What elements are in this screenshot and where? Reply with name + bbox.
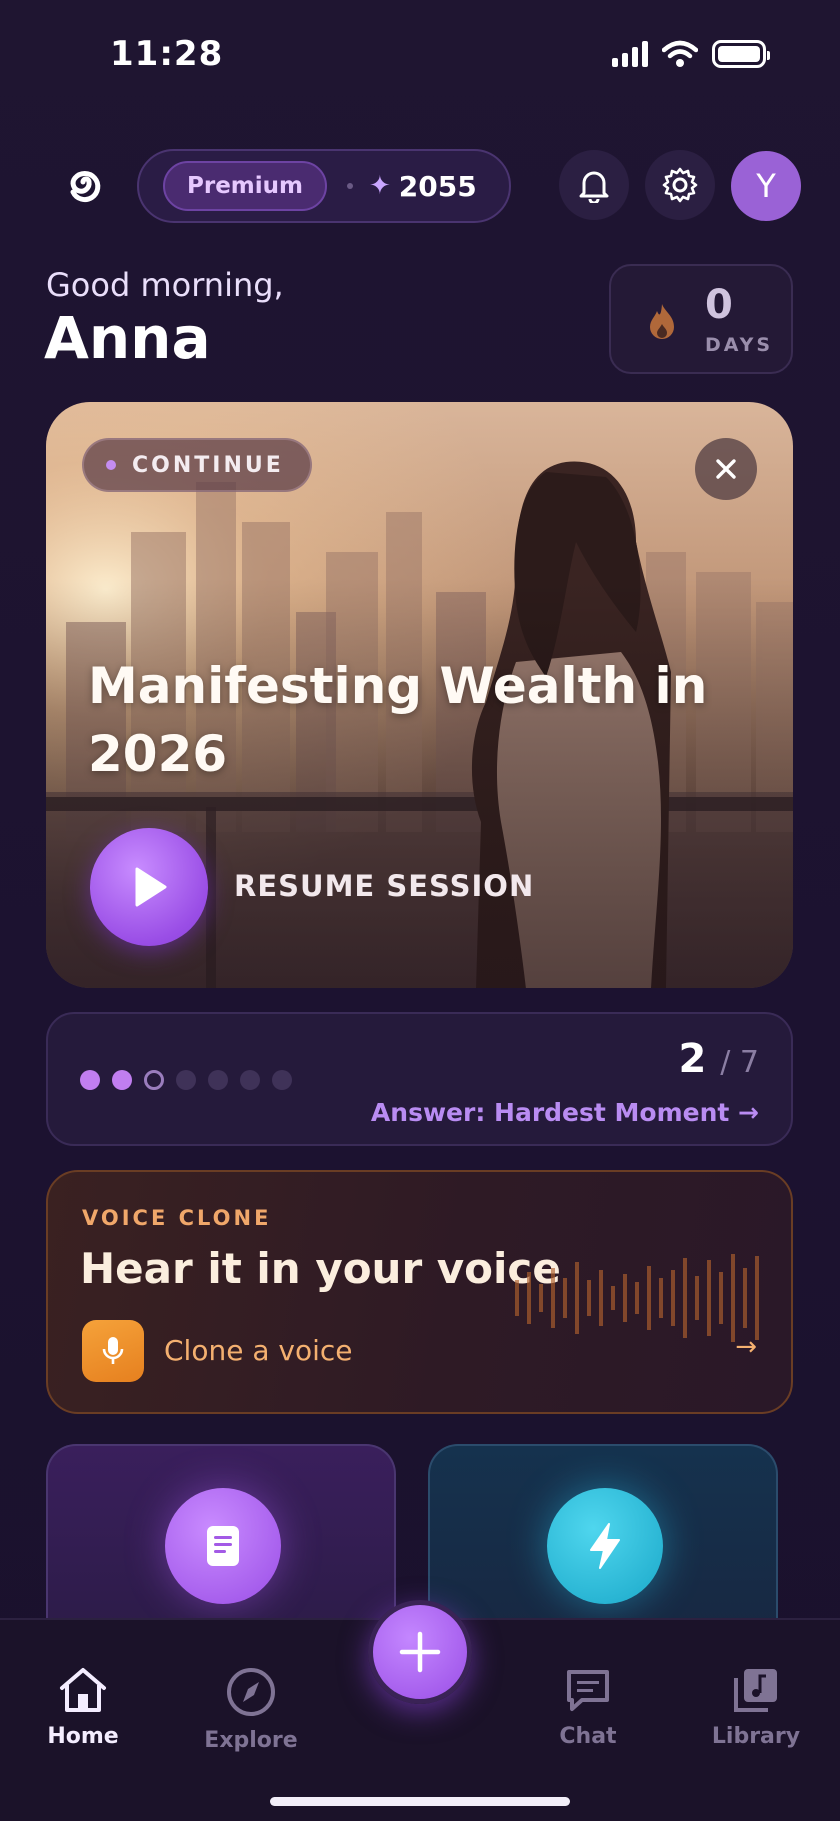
notifications-button[interactable]	[559, 150, 629, 220]
user-name: Anna	[44, 304, 211, 372]
gear-icon	[662, 167, 698, 203]
chat-icon	[567, 1670, 609, 1711]
step-dot	[176, 1070, 196, 1090]
step-dot	[208, 1070, 228, 1090]
continue-session-card[interactable]: CONTINUE Manifesting Wealth in 2026 RESU…	[46, 402, 793, 988]
play-icon	[135, 867, 167, 907]
step-dot	[112, 1070, 132, 1090]
nav-item-home[interactable]: Home	[13, 1666, 153, 1749]
profile-avatar[interactable]: Y	[731, 151, 801, 221]
nav-label: Explore	[204, 1728, 298, 1753]
app-logo-spiral-icon[interactable]	[64, 160, 108, 204]
credit-count: 2055	[398, 169, 477, 203]
session-title: Manifesting Wealth in 2026	[88, 657, 708, 783]
streak-counter[interactable]: 0 DAYS	[609, 264, 793, 374]
total-steps: / 7	[720, 1045, 759, 1080]
lightning-icon-circle	[547, 1488, 663, 1604]
nav-label: Home	[47, 1724, 119, 1749]
bell-icon	[579, 171, 609, 203]
flame-icon	[650, 304, 674, 339]
greeting-text: Good morning,	[46, 266, 284, 304]
dismiss-card-button[interactable]	[695, 438, 757, 500]
create-fab-button[interactable]	[368, 1600, 472, 1704]
library-icon	[734, 1669, 777, 1712]
battery-icon	[712, 40, 770, 68]
streak-count: 0	[705, 282, 733, 328]
step-counter: 2 / 7	[678, 1036, 759, 1082]
step-dot	[80, 1070, 100, 1090]
pill-separator	[347, 183, 353, 189]
sparkle-icon: ✦	[369, 171, 391, 201]
microphone-icon	[102, 1337, 124, 1364]
play-button[interactable]	[90, 828, 208, 946]
step-dot	[272, 1070, 292, 1090]
current-step: 2	[678, 1036, 707, 1082]
arrow-right-icon[interactable]: →	[735, 1332, 757, 1362]
next-step-link[interactable]: Answer: Hardest Moment →	[371, 1098, 759, 1127]
step-dots	[80, 1070, 292, 1090]
resume-session-label[interactable]: RESUME SESSION	[234, 869, 534, 903]
voice-clone-card[interactable]: VOICE CLONE Hear it in your voice Clone …	[46, 1170, 793, 1414]
waveform-graphic	[515, 1254, 759, 1342]
lightning-icon	[590, 1523, 620, 1569]
premium-badge[interactable]: Premium	[163, 161, 327, 211]
settings-button[interactable]	[645, 150, 715, 220]
nav-item-chat[interactable]: Chat	[518, 1666, 658, 1749]
nav-item-explore[interactable]: Explore	[181, 1666, 321, 1753]
step-dot-current	[144, 1070, 164, 1090]
wifi-icon	[662, 40, 698, 67]
plan-credits-pill[interactable]: Premium ✦ 2055	[137, 149, 511, 223]
continue-dot	[106, 460, 116, 470]
close-icon	[716, 459, 736, 479]
microphone-tile	[82, 1320, 144, 1382]
nav-label: Chat	[559, 1724, 617, 1749]
clone-voice-link[interactable]: Clone a voice	[164, 1334, 353, 1367]
status-icons	[612, 40, 770, 68]
voice-clone-eyebrow: VOICE CLONE	[82, 1206, 272, 1230]
journal-icon	[207, 1526, 239, 1566]
status-time: 11:28	[110, 34, 224, 74]
home-screen: 11:28 Premium ✦ 2055 Y Good morning, Ann…	[0, 0, 840, 1821]
nav-item-library[interactable]: Library	[686, 1666, 826, 1749]
session-progress-card[interactable]: 2 / 7 Answer: Hardest Moment →	[46, 1012, 793, 1146]
step-dot	[240, 1070, 260, 1090]
continue-badge: CONTINUE	[82, 438, 312, 492]
plus-icon	[399, 1631, 441, 1673]
streak-unit: DAYS	[705, 334, 774, 356]
voice-clone-title: Hear it in your voice	[80, 1244, 561, 1293]
continue-label: CONTINUE	[132, 452, 284, 478]
cellular-signal-icon	[612, 41, 648, 67]
compass-icon	[227, 1668, 275, 1716]
nav-label: Library	[711, 1724, 801, 1749]
home-icon	[60, 1668, 106, 1712]
journal-icon-circle	[165, 1488, 281, 1604]
home-indicator[interactable]	[270, 1797, 570, 1806]
